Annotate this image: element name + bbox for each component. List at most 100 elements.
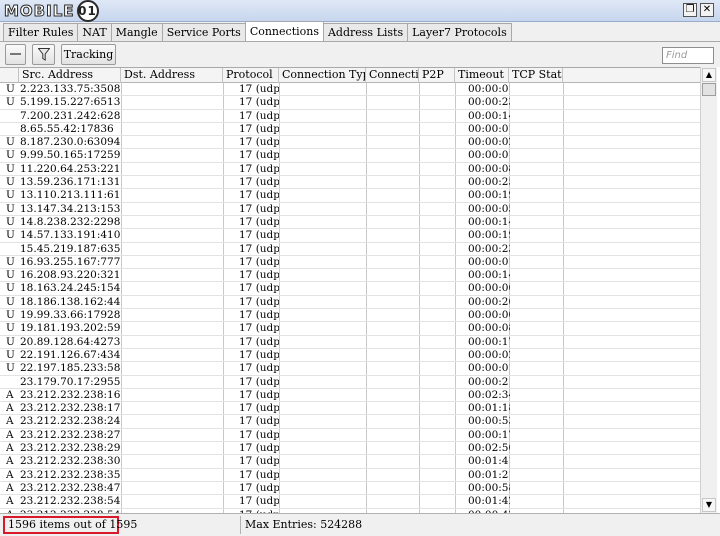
table-row[interactable]: U 19.181.193.202:59188 17 (udp) 00:00:08 (0, 322, 700, 336)
table-row[interactable]: U 18.163.24.245:15419 17 (udp) 00:00:06 (0, 282, 700, 296)
row-src-address: 2.223.133.75:35081 (20, 83, 120, 95)
toolbar: Tracking Find (0, 42, 720, 67)
table-row[interactable]: A 23.212.232.238:5454 17 (udp) 00:01:42 (0, 495, 700, 509)
title-bar: MOBILE 01 ❐ ✕ (0, 0, 720, 22)
table-row[interactable]: A 23.212.232.238:4766 17 (udp) 00:00:58 (0, 482, 700, 496)
row-flag: U (6, 348, 15, 361)
row-protocol: 17 (udp) (239, 282, 279, 295)
row-protocol: 17 (udp) (239, 415, 279, 428)
table-row[interactable]: 7.200.231.242:62850 17 (udp) 00:00:14 (0, 110, 700, 123)
row-protocol: 17 (udp) (239, 322, 279, 335)
status-divider (240, 516, 241, 534)
vertical-scrollbar[interactable]: ▲ ▼ (700, 67, 717, 513)
row-src-address: 7.200.231.242:62850 (20, 109, 120, 122)
row-flag: U (6, 255, 15, 268)
row-flag: A (6, 455, 14, 468)
row-src-address: 13.110.213.111:61003 (20, 189, 120, 202)
column-header-p2p[interactable]: P2P (419, 68, 455, 83)
row-protocol: 17 (udp) (239, 202, 279, 215)
table-row[interactable]: U 14.8.238.232:2298 17 (udp) 00:00:14 (0, 216, 700, 230)
tab-mangle[interactable]: Mangle (110, 23, 163, 41)
row-src-address: 5.199.15.227:6513 (20, 96, 120, 109)
row-protocol: 17 (udp) (239, 428, 279, 441)
table-row[interactable]: A 23.212.232.238:2462 17 (udp) 00:00:53 (0, 415, 700, 429)
column-header-src-address[interactable]: Src. Address (19, 68, 121, 83)
table-row[interactable]: A 23.212.232.238:3043 17 (udp) 00:01:41 (0, 455, 700, 469)
row-timeout: 00:01:21 (468, 468, 510, 481)
column-header-timeout[interactable]: Timeout (455, 68, 509, 83)
table-row[interactable]: U 19.99.33.66:17928 17 (udp) 00:00:00 (0, 309, 700, 323)
table-row[interactable]: A 23.212.232.238:2736 17 (udp) 00:00:17 (0, 428, 700, 443)
table-row[interactable]: U 22.191.126.67:43457 17 (udp) 00:00:02 (0, 348, 700, 363)
row-flag: U (6, 322, 15, 335)
row-flag: U (6, 282, 15, 295)
table-row[interactable]: U 2.223.133.75:35081 17 (udp) 00:00:01 (0, 83, 700, 97)
table-row[interactable]: 15.45.219.187:63509 17 (udp) 00:00:23 (0, 243, 700, 256)
table-row[interactable]: U 14.57.133.191:41009 17 (udp) 00:00:19 (0, 229, 700, 243)
restore-icon[interactable]: ❐ (683, 3, 697, 17)
row-src-address: 14.57.133.191:41009 (20, 229, 120, 242)
remove-button[interactable] (5, 44, 26, 65)
column-header-flags[interactable] (0, 68, 19, 83)
row-protocol: 17 (udp) (239, 362, 279, 375)
table-row[interactable]: U 13.147.34.213:15355 17 (udp) 00:00:05 (0, 203, 700, 216)
connections-table: Src. Address Dst. Address Protocol Conne… (0, 67, 700, 513)
minus-icon (10, 53, 21, 55)
row-timeout: 00:00:20 (468, 295, 510, 308)
column-header-connection-type[interactable]: Connection Type (279, 68, 366, 83)
tab-nat[interactable]: NAT (77, 23, 112, 41)
tracking-button[interactable]: Tracking (61, 44, 116, 65)
tab-service-ports[interactable]: Service Ports (161, 23, 246, 41)
column-header-tcp-state[interactable]: TCP State (509, 68, 563, 83)
table-row[interactable]: A 23.212.232.238:1741 17 (udp) 00:01:18 (0, 402, 700, 416)
row-flag: U (6, 295, 15, 308)
table-row[interactable]: A 23.212.232.238:3522 17 (udp) 00:01:21 (0, 469, 700, 482)
row-protocol: 17 (udp) (239, 162, 279, 175)
tab-address-lists[interactable]: Address Lists (322, 23, 409, 41)
row-src-address: 19.181.193.202:59188 (20, 322, 120, 335)
logo-badge: 01 (76, 0, 99, 22)
tab-layer7-protocols[interactable]: Layer7 Protocols (407, 23, 512, 41)
row-flag (6, 123, 18, 136)
column-header-connection-mark[interactable]: Connecti... (366, 68, 419, 83)
table-row[interactable]: 8.65.55.42:17836 17 (udp) 00:00:01 (0, 122, 700, 137)
row-src-address: 16.208.93.220:32124 (20, 269, 120, 282)
table-row[interactable]: A 23.212.232.238:2992 17 (udp) 00:02:50 (0, 442, 700, 456)
find-input[interactable]: Find (662, 47, 714, 64)
table-body: U 2.223.133.75:35081 17 (udp) 00:00:01 U 5.19… (0, 83, 700, 513)
column-header-dst-address[interactable]: Dst. Address (121, 68, 223, 83)
row-src-address: 8.65.55.42:17836 (20, 122, 114, 135)
scroll-up-icon[interactable]: ▲ (702, 68, 716, 82)
table-row[interactable]: U 16.208.93.220:32124 17 (udp) 00:00:14 (0, 269, 700, 283)
row-flag: A (6, 428, 14, 441)
table-row[interactable]: U 13.59.236.171:1315 17 (udp) 00:00:25 (0, 176, 700, 190)
scroll-thumb[interactable] (702, 83, 716, 96)
table-row[interactable]: U 11.220.64.253:22197 17 (udp) 00:00:08 (0, 162, 700, 177)
table-row[interactable]: U 9.99.50.165:17259 17 (udp) 00:00:01 (0, 149, 700, 163)
row-timeout: 00:00:01 (468, 362, 510, 375)
table-row[interactable]: U 16.93.255.167:7779 17 (udp) 00:00:01 (0, 255, 700, 270)
table-row[interactable]: U 8.187.230.0:63094 17 (udp) 00:00:02 (0, 136, 700, 150)
row-flag: U (6, 229, 15, 242)
table-row[interactable]: U 22.197.185.233:58739 17 (udp) 00:00:01 (0, 362, 700, 376)
table-row[interactable]: 23.179.70.17:29559 17 (udp) 00:00:21 (0, 376, 700, 389)
row-src-address: 13.147.34.213:15355 (20, 202, 120, 215)
table-row[interactable]: U 13.110.213.111:61003 17 (udp) 00:00:19 (0, 189, 700, 203)
row-timeout: 00:00:53 (468, 415, 510, 428)
row-timeout: 00:01:41 (468, 455, 510, 468)
table-row[interactable]: U 20.89.128.64:42738 17 (udp) 00:00:17 (0, 336, 700, 349)
column-header-protocol[interactable]: Protocol (223, 68, 279, 83)
row-flag: U (6, 202, 15, 215)
close-icon[interactable]: ✕ (700, 3, 714, 17)
tab-connections[interactable]: Connections (244, 21, 324, 41)
table-row[interactable]: U 18.186.138.162:44566 17 (udp) 00:00:20 (0, 295, 700, 310)
row-timeout: 00:00:02 (468, 136, 510, 149)
row-flag (6, 110, 18, 123)
filter-button[interactable] (32, 44, 55, 65)
table-row[interactable]: U 5.199.15.227:6513 17 (udp) 00:00:23 (0, 96, 700, 110)
scroll-down-icon[interactable]: ▼ (702, 498, 716, 512)
tab-filter-rules[interactable]: Filter Rules (3, 23, 79, 41)
row-flag: U (6, 96, 15, 109)
row-src-address: 23.212.232.238:1741 (20, 402, 120, 415)
table-row[interactable]: A 23.212.232.238:1678 17 (udp) 00:02:34 (0, 389, 700, 403)
